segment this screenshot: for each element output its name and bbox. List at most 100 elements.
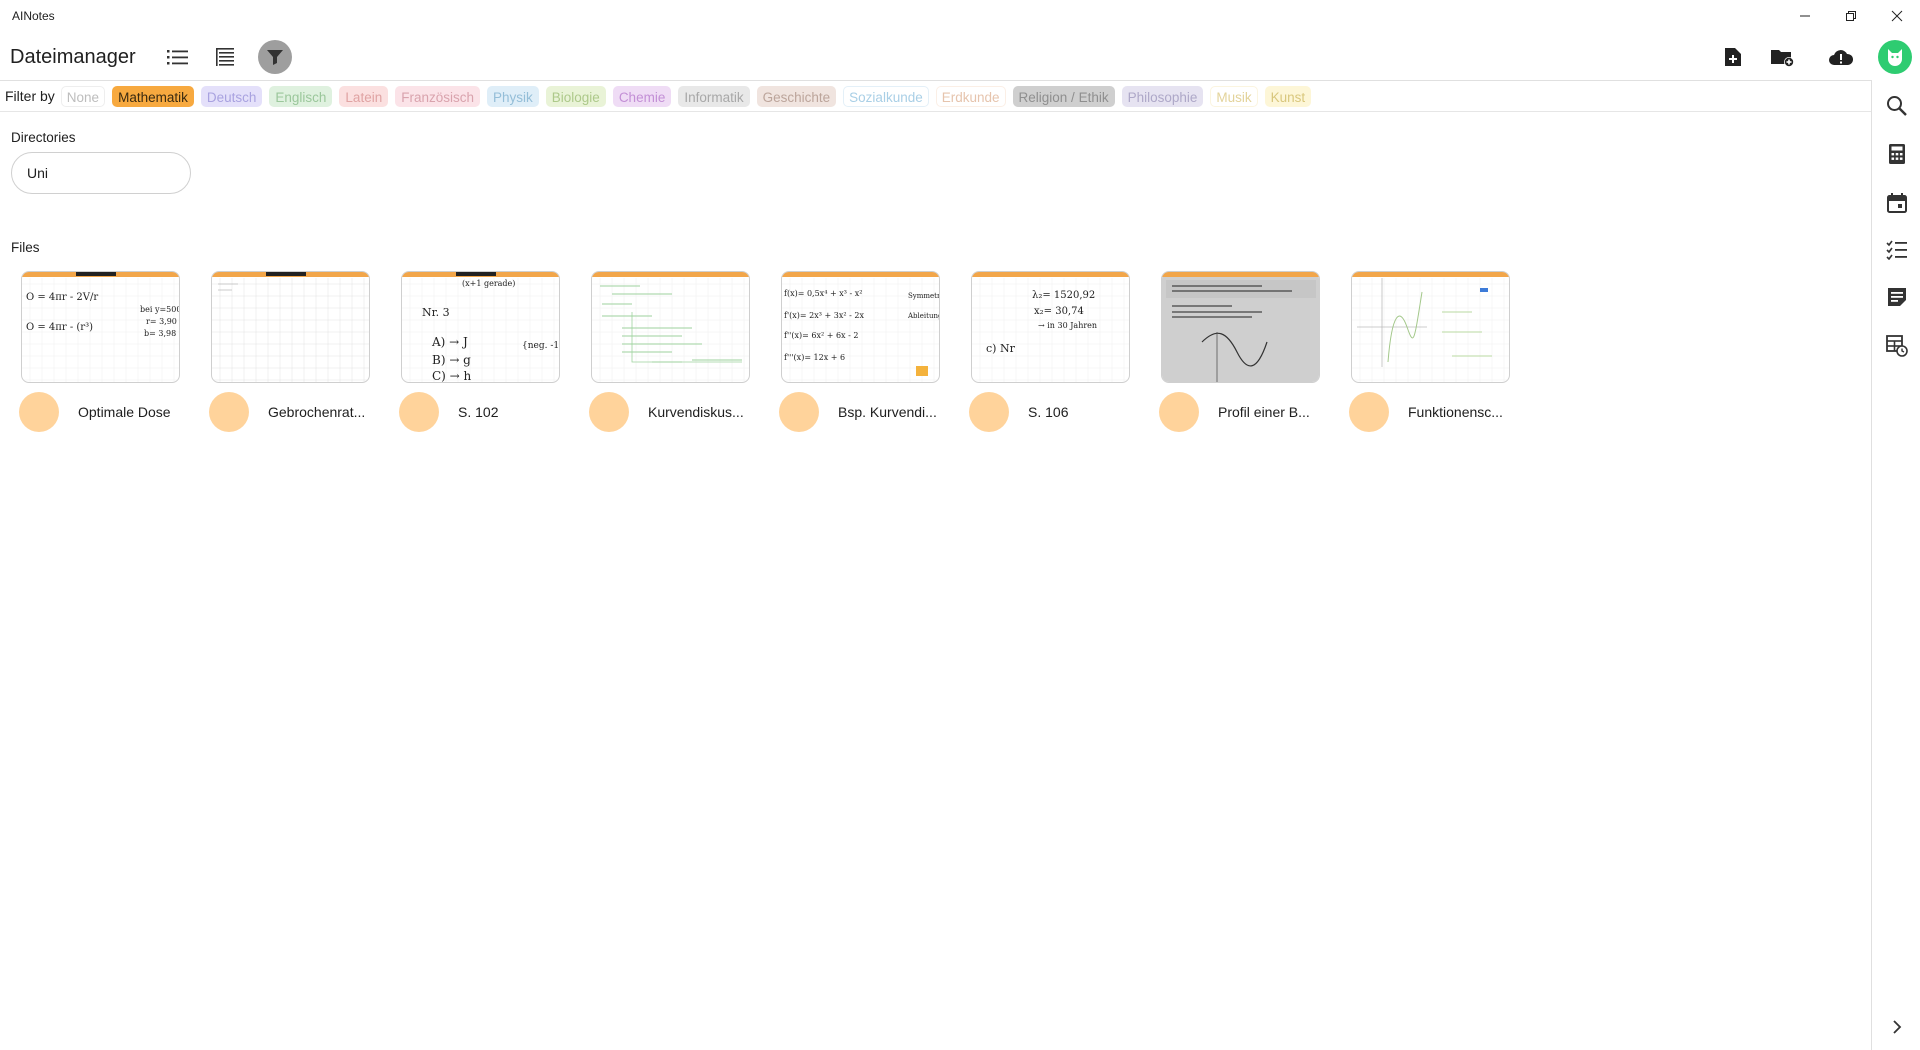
thumbnail-drawing: f(x)= 0,5x⁴ + x³ - x² f'(x)= 2x³ + 3x² -… bbox=[782, 278, 940, 382]
sort-button[interactable] bbox=[209, 40, 243, 74]
filter-chip-kunst[interactable]: Kunst bbox=[1264, 85, 1312, 107]
calendar-icon bbox=[1887, 193, 1907, 213]
right-rail bbox=[1871, 80, 1920, 1050]
svg-text:(x+1 gerade): (x+1 gerade) bbox=[462, 279, 515, 288]
filter-label: Filter by bbox=[5, 88, 55, 104]
calculator-icon bbox=[1889, 144, 1905, 164]
file-thumbnail[interactable] bbox=[1161, 271, 1320, 383]
svg-text:{neg. -1: {neg. -1 bbox=[522, 341, 559, 351]
avatar[interactable] bbox=[1878, 40, 1912, 74]
file-tag-dot[interactable] bbox=[1159, 392, 1199, 432]
file-thumbnail[interactable] bbox=[1351, 271, 1510, 383]
file-tag-dot[interactable] bbox=[19, 392, 59, 432]
svg-text:A) → J: A) → J bbox=[431, 335, 468, 349]
filter-chip-none[interactable]: None bbox=[60, 85, 106, 107]
thumbnail-drawing: λ₂= 1520,92 x₂= 30,74 → in 30 Jahren c) … bbox=[972, 278, 1129, 382]
file-name: Optimale Dose bbox=[78, 404, 171, 420]
svg-text:f'(x)= 2x³ + 3x² - 2x: f'(x)= 2x³ + 3x² - 2x bbox=[784, 311, 864, 320]
files-label: Files bbox=[11, 240, 40, 255]
file-tag-dot[interactable] bbox=[969, 392, 1009, 432]
filter-chip-chemie[interactable]: Chemie bbox=[612, 85, 672, 107]
restore-button[interactable] bbox=[1828, 0, 1874, 32]
filter-chip-informatik[interactable]: Informatik bbox=[678, 85, 750, 107]
file-card[interactable]: Kurvendiskus... bbox=[589, 271, 751, 436]
chevron-right-icon bbox=[1893, 1020, 1902, 1034]
header-divider bbox=[0, 80, 1871, 81]
file-thumbnail[interactable]: (x+1 gerade) Nr. 3 A) → J B) → g C) → h … bbox=[401, 271, 560, 383]
filter-chip-philosophie[interactable]: Philosophie bbox=[1121, 85, 1204, 107]
file-card[interactable]: f(x)= 0,5x⁴ + x³ - x² f'(x)= 2x³ + 3x² -… bbox=[779, 271, 941, 436]
new-folder-button[interactable] bbox=[1765, 40, 1799, 74]
filter-chip-mathematik[interactable]: Mathematik bbox=[112, 85, 194, 107]
calculator-button[interactable] bbox=[1884, 141, 1910, 167]
filter-button[interactable] bbox=[258, 40, 292, 74]
minimize-button[interactable] bbox=[1782, 0, 1828, 32]
svg-text:bei y=500: bei y=500 bbox=[140, 305, 180, 314]
svg-text:f''(x)= 6x² + 6x - 2: f''(x)= 6x² + 6x - 2 bbox=[784, 331, 858, 340]
table-button[interactable] bbox=[1884, 333, 1910, 359]
thumbnail-drawing bbox=[212, 278, 369, 382]
sort-icon bbox=[216, 48, 234, 66]
filter-chip-französisch[interactable]: Französisch bbox=[395, 85, 480, 107]
filter-chip-geschichte[interactable]: Geschichte bbox=[756, 85, 837, 107]
file-tag-dot[interactable] bbox=[589, 392, 629, 432]
file-card[interactable]: O = 4πr - 2V/r O = 4πr - (r³) bei y=500 … bbox=[19, 271, 181, 436]
filter-chip-religion-ethik[interactable]: Religion / Ethik bbox=[1012, 85, 1115, 107]
thumbnail-toolbar bbox=[972, 272, 1129, 277]
file-card[interactable]: Funktionensc... bbox=[1349, 271, 1511, 436]
svg-text:x₂= 30,74: x₂= 30,74 bbox=[1034, 306, 1084, 317]
file-tag-dot[interactable] bbox=[779, 392, 819, 432]
thumbnail-toolbar-dark bbox=[456, 272, 496, 276]
thumbnail-toolbar-dark bbox=[76, 272, 116, 276]
cloud-sync-button[interactable] bbox=[1824, 40, 1858, 74]
svg-text:b= 3,98: b= 3,98 bbox=[144, 329, 176, 338]
file-thumbnail[interactable]: f(x)= 0,5x⁴ + x³ - x² f'(x)= 2x³ + 3x² -… bbox=[781, 271, 940, 383]
svg-text:Ableitungen: Ableitungen bbox=[907, 312, 940, 320]
file-thumbnail[interactable] bbox=[591, 271, 750, 383]
file-card[interactable]: λ₂= 1520,92 x₂= 30,74 → in 30 Jahren c) … bbox=[969, 271, 1131, 436]
svg-text:λ₂= 1520,92: λ₂= 1520,92 bbox=[1032, 290, 1095, 301]
calendar-button[interactable] bbox=[1884, 190, 1910, 216]
filter-chip-deutsch[interactable]: Deutsch bbox=[200, 85, 263, 107]
search-button[interactable] bbox=[1884, 93, 1910, 119]
file-name: Bsp. Kurvendi... bbox=[838, 404, 937, 420]
svg-text:f'''(x)= 12x + 6: f'''(x)= 12x + 6 bbox=[784, 353, 845, 362]
filter-chip-latein[interactable]: Latein bbox=[339, 85, 389, 107]
filter-divider bbox=[0, 111, 1871, 112]
close-button[interactable] bbox=[1874, 0, 1920, 32]
expand-rail-button[interactable] bbox=[1884, 1014, 1910, 1040]
list-view-button[interactable] bbox=[161, 40, 195, 74]
filter-chips: None Mathematik Deutsch Englisch Latein Franz… bbox=[60, 85, 1318, 107]
checklist-button[interactable] bbox=[1884, 237, 1910, 263]
svg-text:Nr. 3: Nr. 3 bbox=[422, 306, 450, 319]
filter-chip-physik[interactable]: Physik bbox=[487, 85, 539, 107]
file-card[interactable]: Profil einer B... bbox=[1159, 271, 1321, 436]
file-thumbnail[interactable]: λ₂= 1520,92 x₂= 30,74 → in 30 Jahren c) … bbox=[971, 271, 1130, 383]
checklist-icon bbox=[1886, 240, 1907, 260]
file-thumbnail[interactable]: O = 4πr - 2V/r O = 4πr - (r³) bei y=500 … bbox=[21, 271, 180, 383]
new-folder-icon bbox=[1771, 50, 1794, 67]
directory-name: Uni bbox=[27, 165, 49, 181]
thumbnail-toolbar bbox=[782, 272, 939, 277]
file-tag-dot[interactable] bbox=[209, 392, 249, 432]
thumbnail-drawing bbox=[592, 278, 749, 382]
notes-icon bbox=[1888, 288, 1906, 306]
notes-button[interactable] bbox=[1884, 284, 1910, 310]
app-title: AINotes bbox=[12, 9, 55, 23]
filter-chip-englisch[interactable]: Englisch bbox=[269, 85, 333, 107]
file-card[interactable]: Gebrochenrat... bbox=[209, 271, 371, 436]
file-tag-dot[interactable] bbox=[1349, 392, 1389, 432]
file-card[interactable]: (x+1 gerade) Nr. 3 A) → J B) → g C) → h … bbox=[399, 271, 561, 436]
new-file-button[interactable] bbox=[1716, 40, 1750, 74]
thumbnail-drawing: (x+1 gerade) Nr. 3 A) → J B) → g C) → h … bbox=[402, 278, 559, 382]
directory-item[interactable]: Uni bbox=[11, 152, 191, 194]
file-tag-dot[interactable] bbox=[399, 392, 439, 432]
file-thumbnail[interactable] bbox=[211, 271, 370, 383]
filter-chip-erdkunde[interactable]: Erdkunde bbox=[935, 85, 1006, 107]
page-title: Dateimanager bbox=[10, 45, 136, 68]
thumbnail-toolbar bbox=[1352, 272, 1509, 277]
filter-chip-biologie[interactable]: Biologie bbox=[545, 85, 606, 107]
filter-chip-musik[interactable]: Musik bbox=[1210, 85, 1258, 107]
filter-chip-sozialkunde[interactable]: Sozialkunde bbox=[843, 85, 929, 107]
cloud-sync-icon bbox=[1829, 50, 1854, 65]
